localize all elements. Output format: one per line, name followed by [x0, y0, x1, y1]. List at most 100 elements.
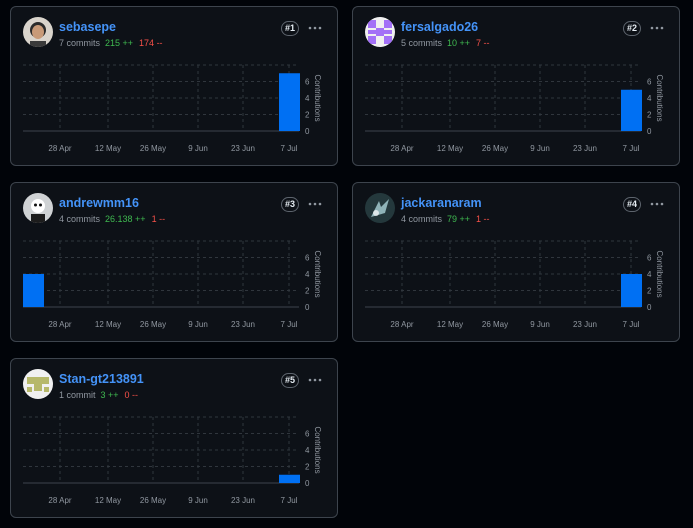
x-tick-label: 7 Jul: [623, 320, 640, 329]
deletions-count: 7 --: [476, 38, 490, 48]
contributor-stats: 5 commits 10 ++ 7 --: [401, 38, 490, 48]
deletions-count: 0 --: [124, 390, 139, 400]
kebab-horizontal-icon[interactable]: [307, 21, 323, 35]
y-tick-label: 0: [647, 127, 652, 136]
x-tick-label: 7 Jul: [623, 144, 640, 153]
x-tick-label: 12 May: [95, 144, 121, 153]
x-tick-label: 28 Apr: [48, 320, 71, 329]
x-tick-label: 28 Apr: [48, 496, 71, 505]
y-axis-title: Contributions: [313, 426, 322, 473]
rank-badge: #5: [280, 373, 299, 388]
avatar[interactable]: [23, 193, 53, 223]
x-tick-label: 26 May: [482, 320, 508, 329]
x-tick-label: 7 Jul: [281, 144, 298, 153]
contributions-chart: 0 2 4 6 28 Apr 12 May 26 May 9 Jun 23 Jun 7 Jul Co…: [365, 240, 664, 329]
contributions-chart: 0 2 4 6 28 Apr 12 May 26 May 9 Jun 23 Jun 7 Jul Co…: [23, 240, 322, 329]
x-tick-label: 23 Jun: [573, 144, 597, 153]
x-tick-label: 23 Jun: [231, 144, 255, 153]
contributor-username[interactable]: andrewmm16: [59, 196, 139, 210]
x-tick-label: 26 May: [140, 496, 166, 505]
x-tick-label: 28 Apr: [48, 144, 71, 153]
rank-badge: #3: [280, 197, 299, 212]
deletions-count: 1 --: [476, 214, 490, 224]
contributor-stats: 1 commit 3 ++ 0 --: [59, 390, 138, 400]
additions-count: 10 ++: [447, 38, 471, 48]
contributor-card: jackaranaram 4 commits 79 ++ 1 -- #4 0 2 4 6 2…: [352, 182, 680, 342]
contributor-stats: 4 commits 79 ++ 1 --: [401, 214, 490, 224]
contributor-username[interactable]: Stan-gt213891: [59, 372, 144, 386]
commit-count[interactable]: 5 commits: [401, 38, 442, 48]
y-axis-title: Contributions: [655, 74, 664, 121]
y-tick-label: 4: [305, 94, 310, 103]
x-tick-label: 26 May: [140, 144, 166, 153]
x-tick-label: 23 Jun: [231, 496, 255, 505]
y-tick-label: 0: [305, 479, 310, 488]
contributor-stats: 7 commits 215 ++ 174 --: [59, 38, 163, 48]
y-axis-title: Contributions: [313, 250, 322, 297]
deletions-count: 174 --: [139, 38, 163, 48]
x-tick-label: 12 May: [437, 320, 463, 329]
rank-badge: #4: [622, 197, 641, 212]
contributor-stats: 4 commits 26.138 ++ 1 --: [59, 214, 165, 224]
y-tick-label: 2: [305, 463, 310, 472]
contributions-chart: 0 2 4 6 28 Apr 12 May 26 May 9 Jun 23 Jun 7 Jul Co…: [365, 64, 664, 153]
contribution-bar: [279, 73, 300, 131]
contribution-bar: [23, 274, 44, 307]
x-tick-label: 23 Jun: [573, 320, 597, 329]
x-tick-label: 7 Jul: [281, 320, 298, 329]
contributor-card: sebasepe 7 commits 215 ++ 174 -- #1 0 2 4 6 28…: [10, 6, 338, 166]
y-axis-title: Contributions: [655, 250, 664, 297]
contributor-card: andrewmm16 4 commits 26.138 ++ 1 -- #3 0 2 4…: [10, 182, 338, 342]
contribution-bar: [621, 274, 642, 307]
contributor-card: Stan-gt213891 1 commit 3 ++ 0 -- #5 0 2 4 6 28…: [10, 358, 338, 518]
y-tick-label: 6: [305, 430, 310, 439]
x-tick-label: 9 Jun: [530, 320, 550, 329]
kebab-horizontal-icon[interactable]: [307, 197, 323, 211]
commit-count[interactable]: 1 commit: [59, 390, 96, 400]
y-tick-label: 2: [647, 287, 652, 296]
contribution-bar: [621, 89, 642, 131]
additions-count: 26.138 ++: [105, 214, 146, 224]
kebab-horizontal-icon[interactable]: [649, 197, 665, 211]
x-tick-label: 28 Apr: [390, 320, 413, 329]
y-tick-label: 0: [305, 303, 310, 312]
contribution-bar: [279, 474, 300, 483]
x-tick-label: 9 Jun: [188, 144, 208, 153]
x-tick-label: 26 May: [482, 144, 508, 153]
user-photo-icon: [23, 17, 53, 47]
additions-count: 3 ++: [100, 390, 119, 400]
avatar[interactable]: [365, 193, 395, 223]
avatar[interactable]: [23, 369, 53, 399]
x-tick-label: 7 Jul: [281, 496, 298, 505]
y-tick-label: 4: [647, 270, 652, 279]
additions-count: 215 ++: [105, 38, 134, 48]
contributor-card: fersalgado26 5 commits 10 ++ 7 -- #2 0 2 4 6 2…: [352, 6, 680, 166]
x-tick-label: 12 May: [95, 496, 121, 505]
contributor-username[interactable]: jackaranaram: [401, 196, 482, 210]
y-tick-label: 6: [305, 254, 310, 263]
y-tick-label: 4: [647, 94, 652, 103]
y-tick-label: 2: [647, 111, 652, 120]
x-tick-label: 23 Jun: [231, 320, 255, 329]
y-tick-label: 4: [305, 270, 310, 279]
commit-count[interactable]: 4 commits: [401, 214, 442, 224]
identicon-icon: [365, 17, 395, 47]
avatar[interactable]: [23, 17, 53, 47]
x-tick-label: 9 Jun: [530, 144, 550, 153]
avatar[interactable]: [365, 17, 395, 47]
kebab-horizontal-icon[interactable]: [649, 21, 665, 35]
y-tick-label: 2: [305, 287, 310, 296]
commit-count[interactable]: 4 commits: [59, 214, 100, 224]
contributor-username[interactable]: sebasepe: [59, 20, 116, 34]
user-photo-icon: [365, 193, 395, 223]
x-tick-label: 9 Jun: [188, 496, 208, 505]
x-tick-label: 28 Apr: [390, 144, 413, 153]
y-tick-label: 0: [305, 127, 310, 136]
kebab-horizontal-icon[interactable]: [307, 373, 323, 387]
contributions-chart: 0 2 4 6 28 Apr 12 May 26 May 9 Jun 23 Jun 7 Jul Co…: [23, 416, 322, 505]
x-tick-label: 9 Jun: [188, 320, 208, 329]
commit-count[interactable]: 7 commits: [59, 38, 100, 48]
identicon-icon: [23, 369, 53, 399]
contributor-username[interactable]: fersalgado26: [401, 20, 478, 34]
rank-badge: #1: [280, 21, 299, 36]
